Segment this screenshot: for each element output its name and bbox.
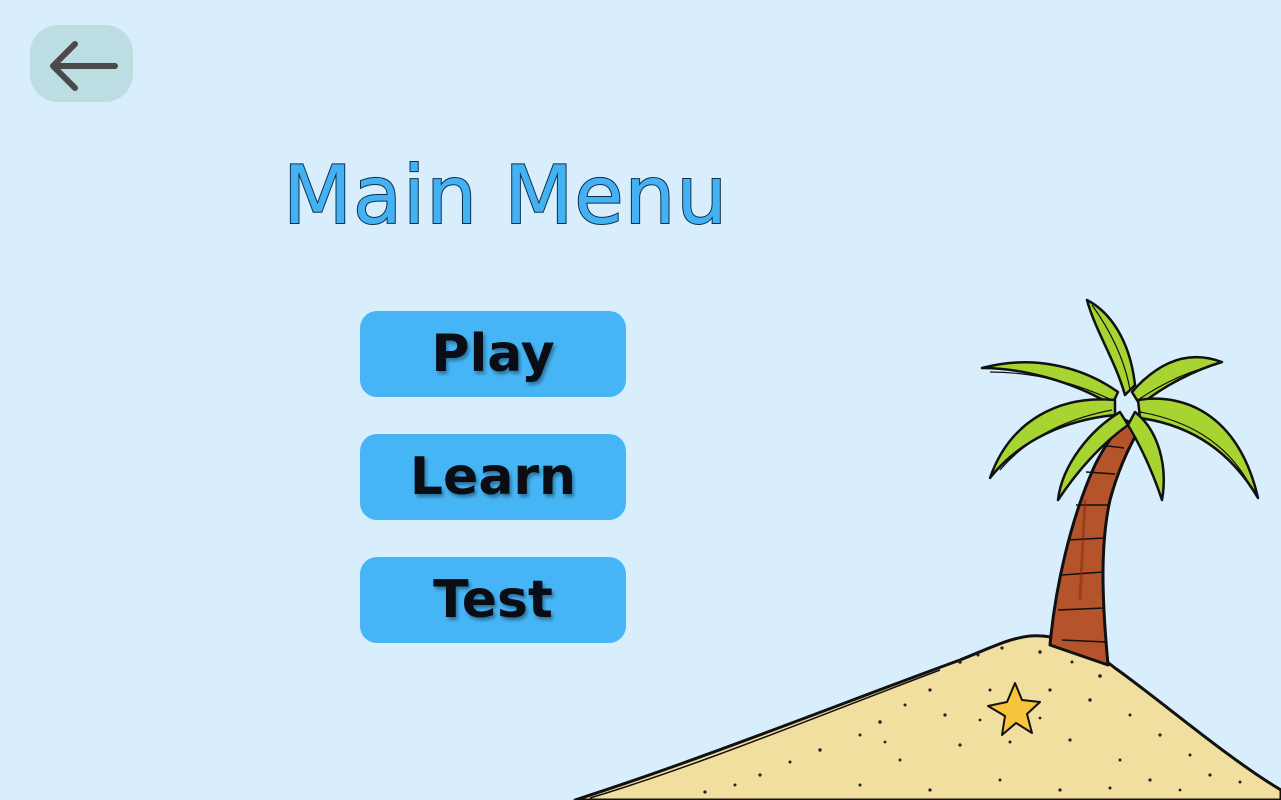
test-button[interactable]: Test (360, 557, 626, 643)
learn-button[interactable]: Learn (360, 434, 626, 520)
back-button[interactable] (30, 25, 133, 102)
sand-island (573, 634, 1281, 800)
palm-tree (980, 298, 1260, 667)
main-menu-screen: Main Menu Play Learn Test (0, 0, 1281, 800)
arrow-left-icon (43, 34, 121, 94)
play-button[interactable]: Play (360, 311, 626, 397)
page-title: Main Menu (282, 148, 729, 243)
starfish (987, 682, 1041, 736)
palm-tree-island-illustration (573, 298, 1281, 800)
main-menu: Play Learn Test (360, 311, 626, 680)
